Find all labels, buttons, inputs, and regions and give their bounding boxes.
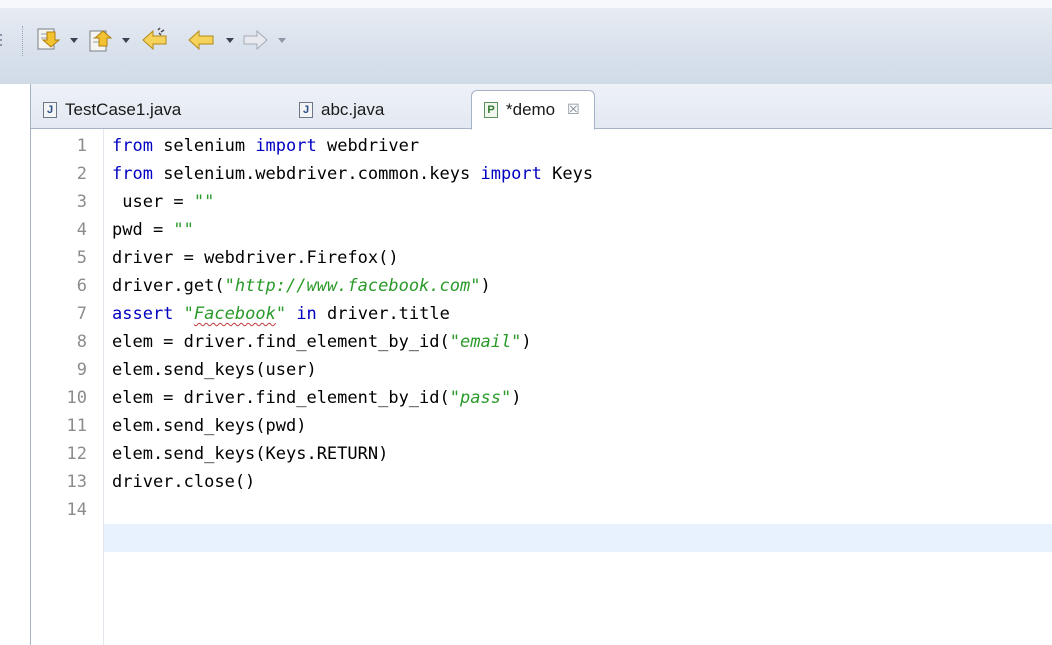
toolbar-grip[interactable] <box>0 34 4 48</box>
java-file-icon: J <box>299 102 313 118</box>
back-button[interactable] <box>186 26 216 54</box>
forward-dropdown[interactable] <box>278 38 286 43</box>
code-line[interactable]: from selenium import webdriver <box>112 132 419 160</box>
line-number: 13 <box>66 472 87 492</box>
tab-label: abc.java <box>321 100 385 119</box>
line-number: 9 <box>76 360 87 380</box>
code-editor[interactable]: 1 from selenium import webdriver 2 from sel… <box>31 129 1052 645</box>
code-line[interactable]: driver.get("http://www.facebook.com") <box>112 272 491 300</box>
tab-testcase1-java[interactable]: J TestCase1.java <box>43 92 181 128</box>
code-line[interactable]: user = "" <box>112 188 214 216</box>
line-number: 6 <box>76 276 87 296</box>
line-number: 11 <box>66 416 87 436</box>
code-line[interactable]: elem = driver.find_element_by_id("pass") <box>112 384 521 412</box>
line-number: 3 <box>76 192 87 212</box>
previous-annotation-button[interactable] <box>86 26 114 54</box>
toolbar-top-edge <box>0 0 1052 8</box>
tab-demo[interactable]: P *demo ☒ <box>471 90 595 130</box>
forward-icon <box>243 29 268 51</box>
toolbar <box>0 0 1052 84</box>
java-file-icon: J <box>43 102 57 118</box>
last-edit-location-button[interactable] <box>140 26 170 54</box>
line-number: 14 <box>66 500 87 520</box>
forward-button[interactable] <box>240 26 270 54</box>
editor-area: J TestCase1.java J abc.java P *demo ☒ 1 f… <box>30 84 1052 645</box>
code-line[interactable]: elem.send_keys(pwd) <box>112 412 306 440</box>
next-annotation-icon <box>37 28 61 50</box>
code-line[interactable]: elem.send_keys(Keys.RETURN) <box>112 440 388 468</box>
previous-annotation-icon <box>89 30 113 52</box>
toolbar-separator <box>22 26 25 56</box>
line-number: 5 <box>76 248 87 268</box>
tab-label: *demo <box>506 100 556 119</box>
line-number: 12 <box>66 444 87 464</box>
editor-tab-bar: J TestCase1.java J abc.java P *demo ☒ <box>31 84 1052 130</box>
code-line[interactable]: driver = webdriver.Firefox() <box>112 244 399 272</box>
tab-abc-java[interactable]: J abc.java <box>299 92 384 128</box>
line-number: 4 <box>76 220 87 240</box>
code-line[interactable]: assert "Facebook" in driver.title <box>112 300 450 328</box>
tab-label: TestCase1.java <box>65 100 182 119</box>
back-dropdown[interactable] <box>226 38 234 43</box>
code-line[interactable]: pwd = "" <box>112 216 194 244</box>
next-annotation-button[interactable] <box>34 26 62 54</box>
back-icon <box>188 29 214 51</box>
code-line[interactable]: from selenium.webdriver.common.keys impo… <box>112 160 593 188</box>
line-number: 1 <box>76 136 87 156</box>
python-file-icon: P <box>484 102 498 118</box>
code-line[interactable]: driver.close() <box>112 468 255 496</box>
next-annotation-dropdown[interactable] <box>70 38 78 43</box>
current-line-highlight <box>104 524 1052 552</box>
line-number: 7 <box>76 304 87 324</box>
close-tab-icon[interactable]: ☒ <box>567 102 580 118</box>
line-number: 2 <box>76 164 87 184</box>
code-line[interactable]: elem = driver.find_element_by_id("email"… <box>112 328 532 356</box>
previous-annotation-dropdown[interactable] <box>122 38 130 43</box>
code-line[interactable]: elem.send_keys(user) <box>112 356 317 384</box>
last-edit-location-icon <box>142 27 167 51</box>
line-number: 10 <box>66 388 87 408</box>
line-number: 8 <box>76 332 87 352</box>
